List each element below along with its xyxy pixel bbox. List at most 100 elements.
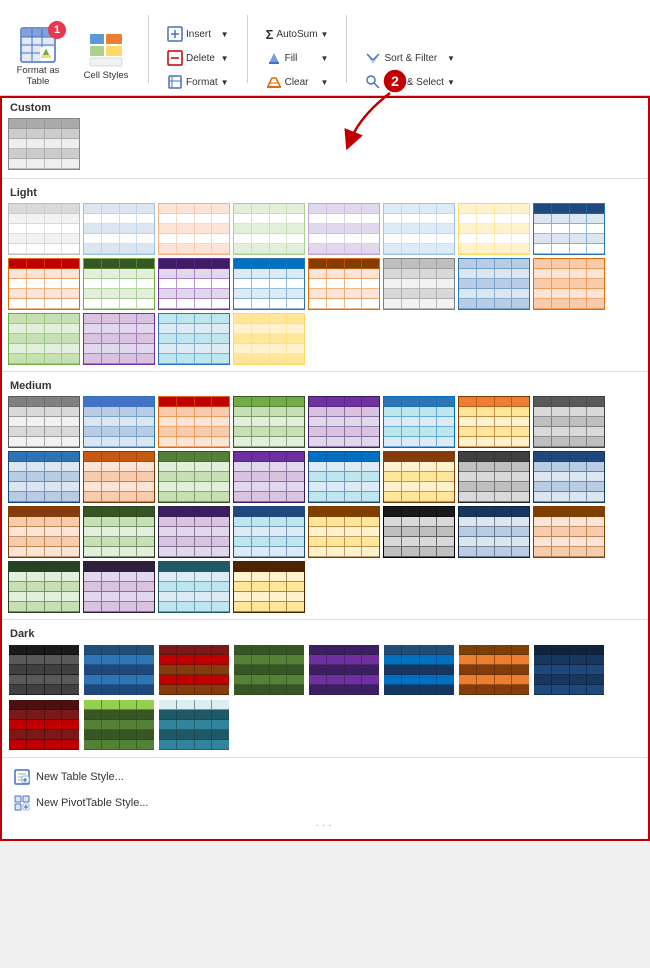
medium-style-thumb-15[interactable] bbox=[533, 451, 605, 503]
cell-styles-group: Cell Styles bbox=[76, 21, 136, 93]
light-style-thumb-15[interactable] bbox=[533, 258, 605, 310]
separator-1 bbox=[148, 15, 149, 83]
clear-label: Clear bbox=[285, 77, 309, 88]
dark-style-thumb-5[interactable] bbox=[383, 644, 455, 696]
new-table-style-label: New Table Style... bbox=[36, 771, 124, 783]
light-style-thumb-9[interactable] bbox=[83, 258, 155, 310]
format-button[interactable]: Format ▼ bbox=[161, 71, 235, 93]
format-as-table-label: Format as Table bbox=[11, 65, 65, 88]
light-style-thumb-19[interactable] bbox=[233, 313, 305, 365]
bottom-buttons-group: New Table Style... New PivotTable Style.… bbox=[2, 762, 648, 818]
medium-style-thumb-2[interactable] bbox=[158, 396, 230, 448]
light-style-thumb-0[interactable] bbox=[8, 203, 80, 255]
cell-styles-button[interactable]: Cell Styles bbox=[76, 21, 136, 93]
medium-style-thumb-27[interactable] bbox=[233, 561, 305, 613]
custom-section-label: Custom bbox=[2, 98, 648, 116]
clear-button[interactable]: Clear ▼ bbox=[260, 71, 335, 93]
medium-style-thumb-10[interactable] bbox=[158, 451, 230, 503]
medium-style-thumb-24[interactable] bbox=[8, 561, 80, 613]
light-style-thumb-8[interactable] bbox=[8, 258, 80, 310]
dark-style-thumb-9[interactable] bbox=[83, 699, 155, 751]
dark-style-thumb-1[interactable] bbox=[83, 644, 155, 696]
medium-style-thumb-18[interactable] bbox=[158, 506, 230, 558]
table-style-dropdown: Custom Light Medium Dark New Table St bbox=[0, 96, 650, 841]
autosum-button[interactable]: Σ AutoSum ▼ bbox=[260, 24, 335, 45]
dark-style-thumb-10[interactable] bbox=[158, 699, 230, 751]
sort-filter-icon bbox=[365, 50, 381, 66]
medium-section-label: Medium bbox=[2, 376, 648, 394]
new-pivot-style-label: New PivotTable Style... bbox=[36, 797, 149, 809]
delete-button[interactable]: Delete ▼ bbox=[161, 47, 235, 69]
format-label: Format bbox=[186, 77, 218, 88]
medium-style-thumb-25[interactable] bbox=[83, 561, 155, 613]
medium-style-thumb-9[interactable] bbox=[83, 451, 155, 503]
fill-icon bbox=[266, 50, 282, 66]
light-style-thumb-7[interactable] bbox=[533, 203, 605, 255]
dark-section-label: Dark bbox=[2, 624, 648, 642]
light-style-thumb-6[interactable] bbox=[458, 203, 530, 255]
dark-style-thumb-4[interactable] bbox=[308, 644, 380, 696]
light-styles-grid bbox=[2, 201, 648, 367]
light-style-thumb-4[interactable] bbox=[308, 203, 380, 255]
new-table-style-button[interactable]: New Table Style... bbox=[6, 764, 644, 790]
dark-style-thumb-2[interactable] bbox=[158, 644, 230, 696]
divider-2 bbox=[2, 371, 648, 372]
medium-style-thumb-8[interactable] bbox=[8, 451, 80, 503]
autosum-sigma: Σ bbox=[266, 27, 274, 42]
medium-style-thumb-23[interactable] bbox=[533, 506, 605, 558]
light-style-thumb-3[interactable] bbox=[233, 203, 305, 255]
ribbon: Format as Table 1 Cell Styles Insert bbox=[0, 0, 650, 96]
medium-style-thumb-11[interactable] bbox=[233, 451, 305, 503]
medium-style-thumb-7[interactable] bbox=[533, 396, 605, 448]
dark-style-thumb-7[interactable] bbox=[533, 644, 605, 696]
light-style-thumb-11[interactable] bbox=[233, 258, 305, 310]
light-style-thumb-13[interactable] bbox=[383, 258, 455, 310]
divider-1 bbox=[2, 178, 648, 179]
medium-style-thumb-20[interactable] bbox=[308, 506, 380, 558]
light-section-label: Light bbox=[2, 183, 648, 201]
fill-arrow: ▼ bbox=[321, 54, 329, 63]
light-style-thumb-1[interactable] bbox=[83, 203, 155, 255]
medium-style-thumb-19[interactable] bbox=[233, 506, 305, 558]
medium-style-thumb-21[interactable] bbox=[383, 506, 455, 558]
medium-style-thumb-3[interactable] bbox=[233, 396, 305, 448]
medium-style-thumb-6[interactable] bbox=[458, 396, 530, 448]
medium-styles-grid bbox=[2, 394, 648, 615]
medium-style-thumb-0[interactable] bbox=[8, 396, 80, 448]
dark-style-thumb-3[interactable] bbox=[233, 644, 305, 696]
medium-style-thumb-17[interactable] bbox=[83, 506, 155, 558]
medium-style-thumb-4[interactable] bbox=[308, 396, 380, 448]
light-style-thumb-16[interactable] bbox=[8, 313, 80, 365]
clear-icon bbox=[266, 74, 282, 90]
medium-style-thumb-5[interactable] bbox=[383, 396, 455, 448]
fill-button[interactable]: Fill ▼ bbox=[260, 47, 335, 69]
medium-style-thumb-13[interactable] bbox=[383, 451, 455, 503]
divider-3 bbox=[2, 619, 648, 620]
dark-style-thumb-0[interactable] bbox=[8, 644, 80, 696]
light-style-thumb-14[interactable] bbox=[458, 258, 530, 310]
new-table-style-icon bbox=[14, 769, 30, 785]
dark-styles-grid bbox=[2, 642, 648, 753]
sort-filter-label: Sort & Filter bbox=[384, 53, 437, 64]
medium-style-thumb-12[interactable] bbox=[308, 451, 380, 503]
separator-2 bbox=[247, 15, 248, 83]
light-style-thumb-12[interactable] bbox=[308, 258, 380, 310]
medium-style-thumb-22[interactable] bbox=[458, 506, 530, 558]
custom-style-thumb[interactable] bbox=[8, 118, 80, 170]
light-style-thumb-5[interactable] bbox=[383, 203, 455, 255]
dark-style-thumb-8[interactable] bbox=[8, 699, 80, 751]
new-pivot-style-button[interactable]: New PivotTable Style... bbox=[6, 790, 644, 816]
new-pivot-style-icon bbox=[14, 795, 30, 811]
light-style-thumb-10[interactable] bbox=[158, 258, 230, 310]
insert-button[interactable]: Insert ▼ bbox=[161, 23, 235, 45]
badge-1: 1 bbox=[48, 21, 66, 39]
medium-style-thumb-14[interactable] bbox=[458, 451, 530, 503]
medium-style-thumb-26[interactable] bbox=[158, 561, 230, 613]
light-style-thumb-2[interactable] bbox=[158, 203, 230, 255]
light-style-thumb-18[interactable] bbox=[158, 313, 230, 365]
light-style-thumb-17[interactable] bbox=[83, 313, 155, 365]
medium-style-thumb-16[interactable] bbox=[8, 506, 80, 558]
fill-label: Fill bbox=[285, 53, 298, 64]
medium-style-thumb-1[interactable] bbox=[83, 396, 155, 448]
dark-style-thumb-6[interactable] bbox=[458, 644, 530, 696]
